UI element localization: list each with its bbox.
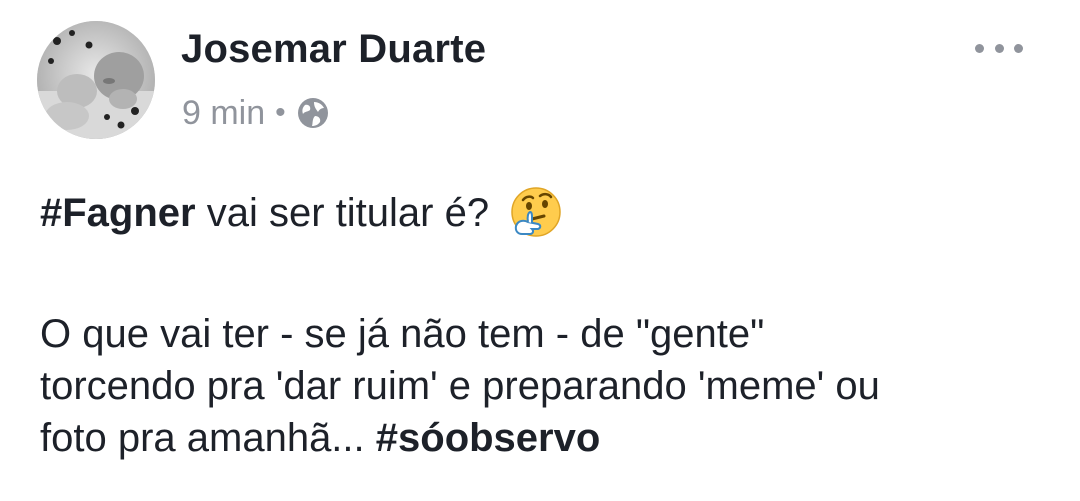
post-meta: 9 min • <box>182 93 330 133</box>
more-dot <box>994 43 1004 53</box>
post-text-line-3: foto pra amanhã... #sóobservo <box>40 412 1050 464</box>
globe-icon[interactable] <box>296 96 330 130</box>
post-text-line: O que vai ter - se já não tem - de "gent… <box>40 312 765 356</box>
facebook-post: Josemar Duarte 9 min • #Fagner vai ser t… <box>0 0 1080 501</box>
hashtag-link[interactable]: #sóobservo <box>376 416 601 460</box>
more-dot <box>1014 43 1023 53</box>
post-text-line: torcendo pra 'dar ruim' e preparando 'me… <box>40 364 880 408</box>
meta-separator: • <box>275 96 286 129</box>
more-dot <box>975 43 984 53</box>
post-text-paragraph-2: O que vai ter - se já não tem - de "gent… <box>40 308 1050 464</box>
avatar[interactable] <box>37 21 155 139</box>
profile-photo-icon <box>37 21 155 139</box>
author-name[interactable]: Josemar Duarte <box>181 27 486 72</box>
thinking-face-icon <box>508 184 564 240</box>
post-text-line-1: #Fagner vai ser titular é? <box>40 184 1050 240</box>
post-text: vai ser titular é? <box>195 191 490 235</box>
post-text: foto pra amanhã... <box>40 416 376 460</box>
more-options-icon[interactable] <box>975 40 1023 56</box>
post-time[interactable]: 9 min <box>182 94 265 133</box>
hashtag-link[interactable]: #Fagner <box>40 191 196 235</box>
